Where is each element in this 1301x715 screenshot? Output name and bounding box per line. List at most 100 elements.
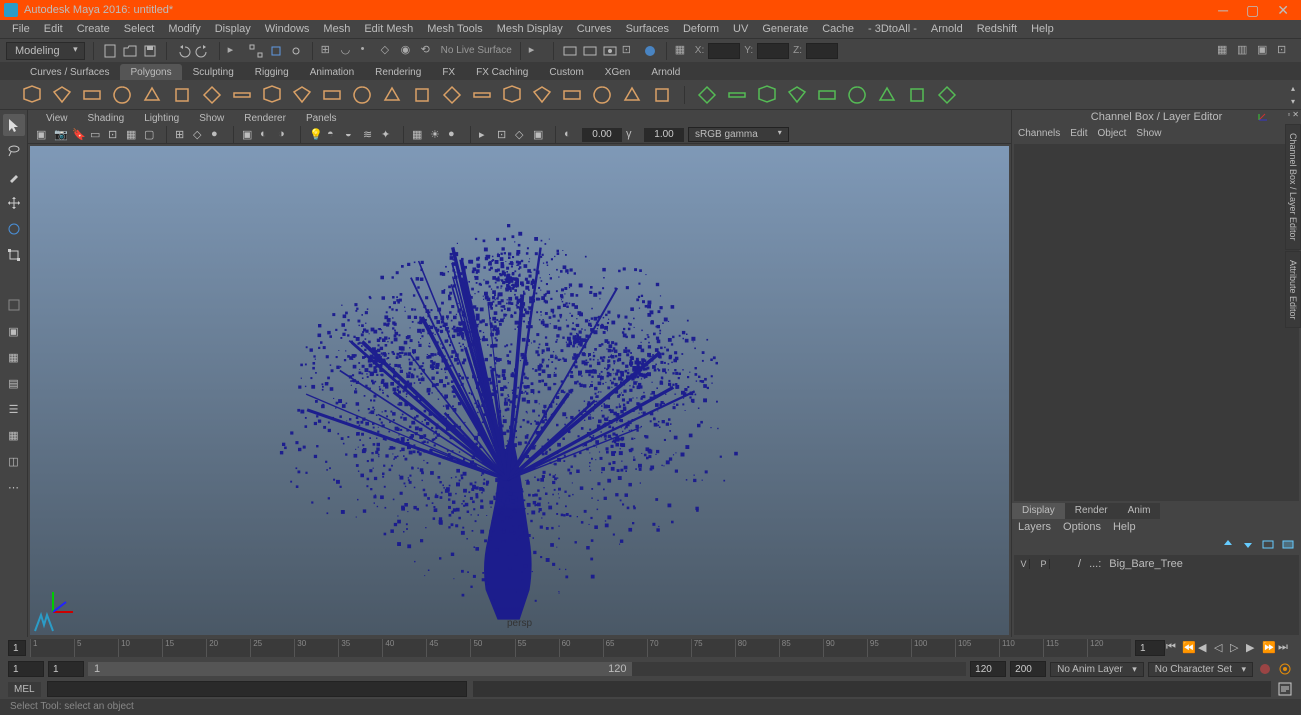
menu-select[interactable]: Select [118, 21, 161, 37]
channel-menu-channels[interactable]: Channels [1018, 128, 1060, 139]
channelbox-body[interactable] [1014, 144, 1299, 501]
render-settings-icon[interactable] [602, 43, 618, 59]
anim-layer-dropdown[interactable]: No Anim Layer [1050, 662, 1144, 677]
gamma-icon[interactable]: γ [626, 128, 640, 142]
current-frame-input[interactable] [1135, 640, 1165, 656]
menu-mesh[interactable]: Mesh [317, 21, 356, 37]
grid-toggle-icon[interactable]: ⊞ [175, 128, 189, 142]
vp-menu-show[interactable]: Show [191, 112, 232, 125]
shelf-icon-12[interactable] [380, 83, 404, 107]
cmd-lang-label[interactable]: MEL [8, 682, 41, 697]
range-outer-start-input[interactable] [8, 661, 44, 677]
open-scene-icon[interactable] [122, 43, 138, 59]
shelf-icon-28[interactable] [875, 83, 899, 107]
gamma-input[interactable] [644, 128, 684, 142]
shelf-icon-9[interactable] [290, 83, 314, 107]
menu-mesh-tools[interactable]: Mesh Tools [421, 21, 488, 37]
gate-icon[interactable]: ⊡ [108, 128, 122, 142]
layout-grid-icon[interactable]: ▦ [1217, 43, 1233, 59]
layer-name[interactable]: Big_Bare_Tree [1109, 558, 1183, 570]
select-object-icon[interactable] [268, 43, 284, 59]
camera-select-icon[interactable]: ▣ [36, 128, 50, 142]
vp-menu-lighting[interactable]: Lighting [136, 112, 187, 125]
shelf-icon-16[interactable] [500, 83, 524, 107]
use-all-lights-icon[interactable]: ☀ [430, 128, 444, 142]
shelf-tab-xgen[interactable]: XGen [595, 64, 641, 80]
shelf-icon-13[interactable] [410, 83, 434, 107]
next-key-icon[interactable]: ⏩ [1262, 641, 1276, 655]
menu-curves[interactable]: Curves [571, 21, 618, 37]
auto-key-icon[interactable] [1257, 661, 1273, 677]
channel-menu-edit[interactable]: Edit [1070, 128, 1087, 139]
shelf-icon-2[interactable] [80, 83, 104, 107]
character-set-dropdown[interactable]: No Character Set [1148, 662, 1253, 677]
prefs-icon[interactable] [1277, 661, 1293, 677]
textured-icon[interactable]: ▦ [412, 128, 426, 142]
isolate-icon[interactable]: ▣ [242, 128, 256, 142]
color-space-dropdown[interactable]: sRGB gamma [688, 127, 789, 142]
prev-frame-icon[interactable]: ◀ [1198, 641, 1212, 655]
command-input[interactable] [47, 681, 467, 697]
shelf-tab-animation[interactable]: Animation [300, 64, 364, 80]
menu-uv[interactable]: UV [727, 21, 754, 37]
render-frame-icon[interactable] [562, 43, 578, 59]
minimize-button[interactable]: ─ [1218, 3, 1228, 17]
layer-tab-display[interactable]: Display [1012, 503, 1065, 519]
timeline-start-marker[interactable] [8, 640, 26, 656]
shelf-icon-18[interactable] [560, 83, 584, 107]
snap-curve-icon[interactable]: ◡ [341, 43, 357, 59]
shelf-icon-22[interactable] [695, 83, 719, 107]
select-hierarchy-icon[interactable] [248, 43, 264, 59]
shelf-icon-8[interactable] [260, 83, 284, 107]
bookmark-icon[interactable]: 🔖 [72, 128, 86, 142]
menu-windows[interactable]: Windows [259, 21, 316, 37]
menu-surfaces[interactable]: Surfaces [620, 21, 675, 37]
smooth-wireframe-icon[interactable]: ◇ [515, 128, 529, 142]
menu-generate[interactable]: Generate [756, 21, 814, 37]
shelf-icon-17[interactable] [530, 83, 554, 107]
shelf-tab-polygons[interactable]: Polygons [120, 64, 181, 80]
menu-help[interactable]: Help [1025, 21, 1060, 37]
construction-history-icon[interactable]: ▸ [529, 43, 545, 59]
side-tab-attribute-editor[interactable]: Attribute Editor [1285, 251, 1301, 329]
layer-move-down-icon[interactable] [1241, 537, 1255, 551]
layer-menu-options[interactable]: Options [1063, 521, 1101, 533]
rotate-tool[interactable] [3, 218, 25, 240]
layer-list[interactable]: V P / ...: Big_Bare_Tree [1014, 555, 1299, 635]
render-globals-icon[interactable]: ⊡ [622, 43, 638, 59]
close-button[interactable]: ✕ [1277, 3, 1289, 17]
panel-close-icon[interactable]: ✕ [1292, 110, 1299, 119]
layer-tab-render[interactable]: Render [1065, 503, 1118, 519]
safe-area-icon[interactable]: ▢ [144, 128, 158, 142]
shelf-tab-fx-caching[interactable]: FX Caching [466, 64, 538, 80]
shelf-icon-1[interactable] [50, 83, 74, 107]
menu-mesh-display[interactable]: Mesh Display [491, 21, 569, 37]
shelf-icon-15[interactable] [470, 83, 494, 107]
snap-plane-icon[interactable]: ◇ [381, 43, 397, 59]
script-editor-icon[interactable] [1277, 681, 1293, 697]
four-view-icon[interactable]: ▦ [3, 346, 25, 368]
layer-visibility[interactable]: V [1018, 559, 1030, 569]
motion-blur-icon[interactable]: ≋ [363, 128, 377, 142]
shelf-tab-custom[interactable]: Custom [539, 64, 593, 80]
coord-z-input[interactable] [806, 43, 838, 59]
layer-move-up-icon[interactable] [1221, 537, 1235, 551]
two-view-icon[interactable]: ▤ [3, 372, 25, 394]
shelf-icon-23[interactable] [725, 83, 749, 107]
undo-icon[interactable] [175, 43, 191, 59]
range-bar[interactable]: 1 120 [88, 662, 966, 676]
flat-icon[interactable]: ● [448, 128, 462, 142]
panel-restore-icon[interactable]: ▫ [1287, 110, 1290, 119]
shelf-tab-sculpting[interactable]: Sculpting [183, 64, 244, 80]
shelf-icon-21[interactable] [650, 83, 674, 107]
save-scene-icon[interactable] [142, 43, 158, 59]
layer-tab-anim[interactable]: Anim [1118, 503, 1161, 519]
ao-icon[interactable]: ◒ [345, 128, 359, 142]
shaded-display-icon[interactable]: ▣ [533, 128, 547, 142]
channel-menu-show[interactable]: Show [1136, 128, 1161, 139]
shelf-icon-3[interactable] [110, 83, 134, 107]
new-scene-icon[interactable] [102, 43, 118, 59]
film-gate-icon[interactable]: ▦ [126, 128, 140, 142]
menu-create[interactable]: Create [71, 21, 116, 37]
last-tool[interactable] [3, 294, 25, 316]
